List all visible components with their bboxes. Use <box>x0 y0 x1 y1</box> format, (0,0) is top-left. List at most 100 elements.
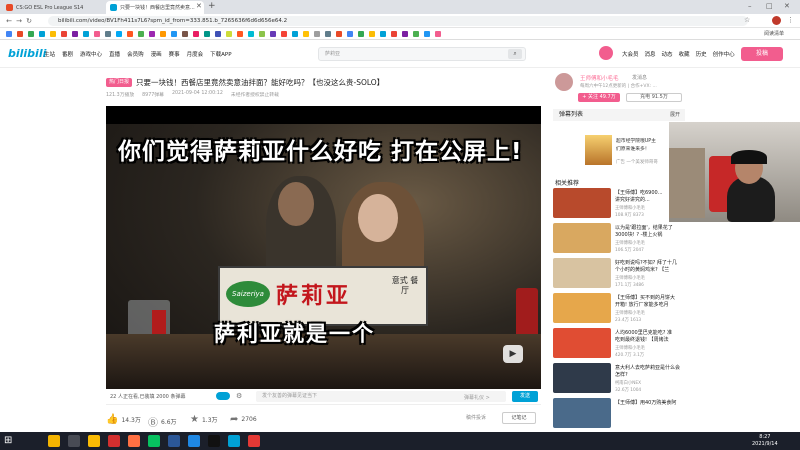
nav-favorites[interactable]: 收藏 <box>679 50 690 58</box>
minimize-icon[interactable]: – <box>748 2 752 10</box>
nav-item[interactable]: 漫画 <box>151 50 162 58</box>
bookmark-icon[interactable] <box>380 30 386 37</box>
taskbar-app-icon[interactable] <box>88 435 100 447</box>
upload-button[interactable]: 投稿 <box>741 47 783 61</box>
bookmark-icon[interactable] <box>347 30 353 37</box>
browser-tab-1[interactable]: CS:GO ESL Pro League S14 <box>2 1 106 14</box>
forward-icon[interactable]: → <box>14 17 24 25</box>
window-close-icon[interactable]: ✕ <box>784 2 790 10</box>
bookmark-icon[interactable] <box>193 30 199 37</box>
taskbar-app-icon[interactable] <box>108 435 120 447</box>
recommend-item[interactable]: 【王师傅】买不到的月饼大 开箱! 放行厂家能多吃月 王师傅和小毛毛 23.4万 161… <box>553 293 688 325</box>
ad-thumbnail[interactable] <box>585 135 612 165</box>
bookmark-icon[interactable] <box>50 30 56 37</box>
reading-list[interactable]: 阅读清单 <box>764 30 784 37</box>
bilibili-logo[interactable]: bilibili <box>8 47 46 60</box>
nav-messages[interactable]: 消息 <box>645 50 656 58</box>
nav-creator[interactable]: 创作中心 <box>713 50 735 58</box>
nav-item[interactable]: 会员购 <box>127 50 144 58</box>
bookmark-icon[interactable] <box>270 30 276 37</box>
bookmark-icon[interactable] <box>127 30 133 37</box>
bookmark-icon[interactable] <box>83 30 89 37</box>
bookmark-icon[interactable] <box>72 30 78 37</box>
nav-item[interactable]: 赛事 <box>169 50 180 58</box>
recommend-item[interactable]: 【王师傅】吃6900... 讲究好讲究的... 王师傅和小毛毛 108.9万 8373 <box>553 188 688 220</box>
hot-badge[interactable]: 热门日报 <box>106 78 133 87</box>
windows-start-icon[interactable]: ⊞ <box>4 435 12 446</box>
bookmark-icon[interactable] <box>413 30 419 37</box>
recommend-title[interactable]: 【王师傅】买不到的月饼大 <box>615 294 687 301</box>
bookmark-icon[interactable] <box>248 30 254 37</box>
taskbar-app-icon[interactable] <box>228 435 240 447</box>
danmaku-settings-icon[interactable]: ⚙ <box>236 392 242 400</box>
reload-icon[interactable]: ↻ <box>24 17 34 25</box>
profile-avatar[interactable] <box>772 16 781 25</box>
bookmark-icon[interactable] <box>105 30 111 37</box>
search-icon[interactable]: ⌕ <box>508 49 522 59</box>
favorite-button[interactable]: ★ 1.3万 <box>190 414 218 425</box>
nav-item[interactable]: 番剧 <box>62 50 73 58</box>
taskbar-app-icon[interactable] <box>128 435 140 447</box>
bookmark-icon[interactable] <box>17 30 23 37</box>
taskbar-app-icon[interactable] <box>168 435 180 447</box>
recommend-thumbnail[interactable] <box>553 363 611 393</box>
bookmark-icon[interactable] <box>61 30 67 37</box>
bookmark-icon[interactable] <box>369 30 375 37</box>
menu-icon[interactable]: ⋮ <box>787 16 794 24</box>
bookmark-icon[interactable] <box>424 30 430 37</box>
nav-item[interactable]: 直播 <box>109 50 120 58</box>
note-button[interactable]: 记笔记 <box>502 412 536 424</box>
bookmark-icon[interactable] <box>215 30 221 37</box>
like-button[interactable]: 👍 14.3万 <box>106 414 141 425</box>
nav-vip[interactable]: 大会员 <box>622 50 639 58</box>
recommend-thumbnail[interactable] <box>553 258 611 288</box>
report-link[interactable]: 稿件投诉 <box>466 414 486 421</box>
maximize-icon[interactable]: □ <box>766 2 773 10</box>
recommend-title-2[interactable]: 3000块! ? -楼上火锅 <box>615 231 687 238</box>
bookmark-icon[interactable] <box>138 30 144 37</box>
ad-title-2[interactable]: 们原来谁来多！ <box>616 145 650 152</box>
nav-item[interactable]: 游戏中心 <box>80 50 102 58</box>
system-clock[interactable]: 8:27 2021/9/14 <box>752 434 778 448</box>
recommend-title-2[interactable]: 吃到最终退钱! 【周烤法 <box>615 336 687 343</box>
recommend-uploader[interactable]: 王师傅和小毛毛 <box>615 275 645 281</box>
recommend-thumbnail[interactable] <box>553 328 611 358</box>
recommend-thumbnail[interactable] <box>553 188 611 218</box>
new-tab-icon[interactable]: + <box>208 1 216 11</box>
tab-close-icon[interactable]: ✕ <box>196 2 202 10</box>
url-field[interactable]: bilibili.com/video/BV1Fh411s7L6?spm_id_f… <box>48 16 748 26</box>
bookmark-icon[interactable] <box>171 30 177 37</box>
recommend-uploader[interactable]: 王师傅和小毛毛 <box>615 345 645 351</box>
bookmark-icon[interactable] <box>402 30 408 37</box>
recommend-title[interactable]: 意大利人去吃萨莉亚是什么会 <box>615 364 687 371</box>
recommend-item[interactable]: 【王师傅】用40万购美食阿 <box>553 398 688 430</box>
recommend-title[interactable]: 人均6000里巴克能吃? 准 <box>615 329 687 336</box>
play-icon[interactable]: ▶ <box>503 345 523 363</box>
bookmark-icon[interactable] <box>281 30 287 37</box>
star-icon[interactable]: ☆ <box>744 16 750 24</box>
recommend-item[interactable]: 人均6000里巴克能吃? 准吃到最终退钱! 【周烤法 王师傅和小毛毛 420.7万 … <box>553 328 688 360</box>
recommend-title[interactable]: 好吃到说吗?不如? 拜了十几 <box>615 259 687 266</box>
coin-button[interactable]: Ⓑ 6.6万 <box>148 414 177 429</box>
bookmark-icon[interactable] <box>160 30 166 37</box>
bookmark-icon[interactable] <box>292 30 298 37</box>
recommend-title[interactable]: 以为是'跟拉面'，结果花了 <box>615 224 687 231</box>
danmaku-toggle[interactable] <box>216 392 230 400</box>
recommend-item[interactable]: 以为是'跟拉面'，结果花了 3000块! ? -楼上火锅 王师傅和小毛毛 106.5万… <box>553 223 688 255</box>
taskbar-app-icon[interactable] <box>148 435 160 447</box>
recommend-uploader[interactable]: 王师傅和小毛毛 <box>615 205 645 211</box>
recommend-uploader[interactable]: 王师傅和小毛毛 <box>615 310 645 316</box>
bookmark-icon[interactable] <box>39 30 45 37</box>
danmaku-etiquette[interactable]: 弹幕礼仪 > <box>464 394 490 401</box>
recommend-title[interactable]: 【王师傅】用40万购美食阿 <box>615 399 687 406</box>
recommend-thumbnail[interactable] <box>553 223 611 253</box>
video-player[interactable]: 你们觉得萨莉亚什么好吃 打在公屏上! Saizeriya 萨莉亚 意式 餐厅 萨… <box>106 106 541 389</box>
bookmark-icon[interactable] <box>336 30 342 37</box>
recommend-uploader[interactable]: 柯南白小NEX <box>615 380 641 386</box>
recommend-title-2[interactable]: 怎样? <box>615 371 687 378</box>
bookmark-icon[interactable] <box>303 30 309 37</box>
bookmark-icon[interactable] <box>149 30 155 37</box>
search-input[interactable]: 萨莉亚 <box>318 47 526 61</box>
user-avatar[interactable] <box>599 46 613 60</box>
bookmark-icon[interactable] <box>435 30 441 37</box>
